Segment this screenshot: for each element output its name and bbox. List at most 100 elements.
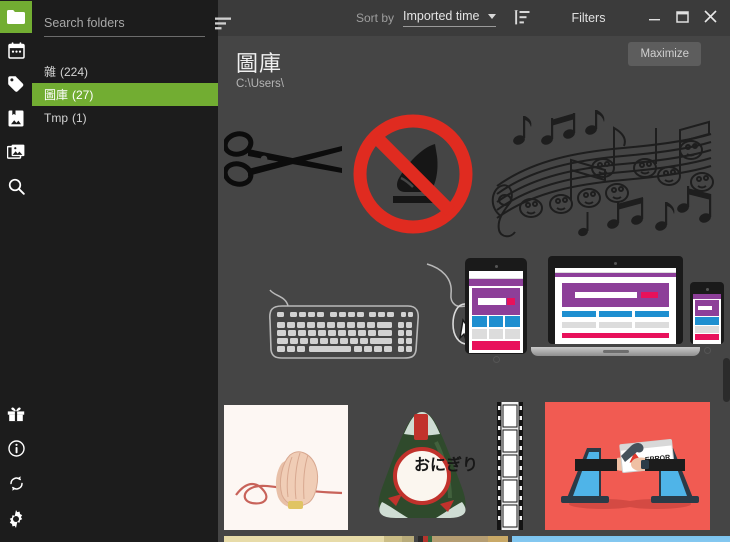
maximize-icon xyxy=(675,10,689,26)
content-header: 圖庫 C:\Users\ Maximize xyxy=(218,36,730,100)
hero-button xyxy=(641,292,659,299)
photo-stack-icon xyxy=(7,144,25,160)
minimize-button[interactable] xyxy=(640,3,668,33)
gear-icon xyxy=(7,509,25,528)
screen-columns xyxy=(472,316,520,328)
page-path: C:\Users\ xyxy=(236,78,284,90)
gift-icon xyxy=(7,406,25,422)
toolbar: Sort by Imported time Filters xyxy=(218,0,730,36)
home-button xyxy=(492,356,500,363)
camera-dot xyxy=(705,288,709,291)
tag-icon xyxy=(7,75,25,93)
textline-col xyxy=(562,322,596,328)
column xyxy=(635,310,669,318)
folder-item-1[interactable]: 圖庫 (27) xyxy=(32,83,218,106)
folder-icon xyxy=(7,10,25,24)
icon-rail xyxy=(0,0,32,542)
screen-topbar xyxy=(469,271,523,280)
tablet-screen xyxy=(469,271,523,353)
column xyxy=(504,316,520,328)
rail-item-gift[interactable] xyxy=(0,396,32,431)
praying-hands-photo[interactable] xyxy=(224,405,348,530)
gallery-scrollbar[interactable] xyxy=(723,358,730,402)
column xyxy=(472,316,488,328)
rail-item-settings[interactable] xyxy=(0,501,32,536)
screen-hero xyxy=(694,299,720,316)
onigiri-label-1: おにぎり xyxy=(414,455,478,474)
window-controls xyxy=(640,3,724,33)
folder-item-0[interactable]: 雜 (224) xyxy=(32,60,218,83)
sort-dropdown-value: Imported time xyxy=(403,9,480,23)
keyboard-outline[interactable] xyxy=(268,288,420,363)
rail-bottom-group xyxy=(0,396,32,536)
rail-item-info[interactable] xyxy=(0,431,32,466)
folder-count: (27) xyxy=(72,87,94,102)
folder-panel: 雜 (224) 圖庫 (27) Tmp (1) xyxy=(32,0,231,542)
no-touching-sign[interactable] xyxy=(351,112,475,239)
hero-bar xyxy=(575,292,637,299)
screen-textlines xyxy=(472,329,520,340)
rail-top-group xyxy=(0,0,32,203)
sort-descending-icon[interactable] xyxy=(215,16,232,33)
hero-bar xyxy=(697,305,712,310)
rail-item-albums[interactable] xyxy=(0,135,32,169)
tablet-mockup[interactable] xyxy=(465,258,527,363)
music-notes-staff[interactable] xyxy=(483,108,723,246)
column xyxy=(694,316,707,325)
screen-navbar xyxy=(555,273,676,277)
screen-hero xyxy=(472,288,520,315)
search-input[interactable] xyxy=(44,16,205,37)
column xyxy=(488,316,504,328)
laptop-bezel xyxy=(548,256,683,344)
rail-item-folders[interactable] xyxy=(0,1,32,33)
tech-support-illustration[interactable]: ERROR xyxy=(545,402,710,530)
laptop-screen xyxy=(555,268,676,344)
laptop-notch xyxy=(602,350,629,353)
folder-item-2[interactable]: Tmp (1) xyxy=(32,106,218,129)
rail-item-sync[interactable] xyxy=(0,466,32,501)
phone-mockup[interactable] xyxy=(690,282,724,354)
hero-button xyxy=(507,298,516,305)
screen-navbar xyxy=(469,279,523,286)
screen-textlines xyxy=(562,322,669,328)
people-photo-2[interactable] xyxy=(418,536,508,542)
rail-item-tags[interactable] xyxy=(0,67,32,101)
column xyxy=(562,310,596,318)
calendar-icon xyxy=(7,41,25,59)
close-button[interactable] xyxy=(696,3,724,33)
phone-bezel xyxy=(690,282,724,354)
folder-name: 雜 xyxy=(44,65,57,79)
phone-screen xyxy=(693,294,721,344)
textline-col xyxy=(504,329,520,340)
chevron-down-icon xyxy=(488,13,497,19)
folder-list: 雜 (224) 圖庫 (27) Tmp (1) xyxy=(32,60,218,129)
hero-bar xyxy=(477,298,506,305)
film-strip-clipart[interactable] xyxy=(495,402,525,533)
textline-col xyxy=(488,329,504,340)
minimize-icon xyxy=(648,11,661,25)
sky-photo[interactable]: PK xyxy=(512,536,730,542)
close-icon xyxy=(703,10,717,26)
onigiri-illustration[interactable]: おにぎり xyxy=(358,402,486,533)
screen-footer xyxy=(562,332,669,338)
rail-item-search[interactable] xyxy=(0,169,32,203)
filters-button[interactable]: Filters xyxy=(571,11,605,25)
rail-item-saved[interactable] xyxy=(0,101,32,135)
folder-count: (1) xyxy=(72,110,87,125)
maximize-button[interactable] xyxy=(668,3,696,33)
laptop-mockup[interactable] xyxy=(531,256,700,356)
textline-col xyxy=(635,322,669,328)
search-icon xyxy=(8,178,25,195)
camera-dot xyxy=(614,262,617,265)
search-row xyxy=(32,0,231,46)
home-button xyxy=(703,347,711,354)
camera-dot xyxy=(494,265,498,268)
sort-order-icon[interactable] xyxy=(514,10,531,26)
thumbnail-gallery: おにぎり xyxy=(218,100,730,542)
sort-dropdown[interactable]: Imported time xyxy=(403,9,497,27)
rail-item-calendar[interactable] xyxy=(0,33,32,67)
scissors-clipart[interactable] xyxy=(222,124,344,197)
textline-col xyxy=(598,322,633,328)
people-photo-1[interactable] xyxy=(224,536,414,542)
screen-hero xyxy=(562,282,669,308)
